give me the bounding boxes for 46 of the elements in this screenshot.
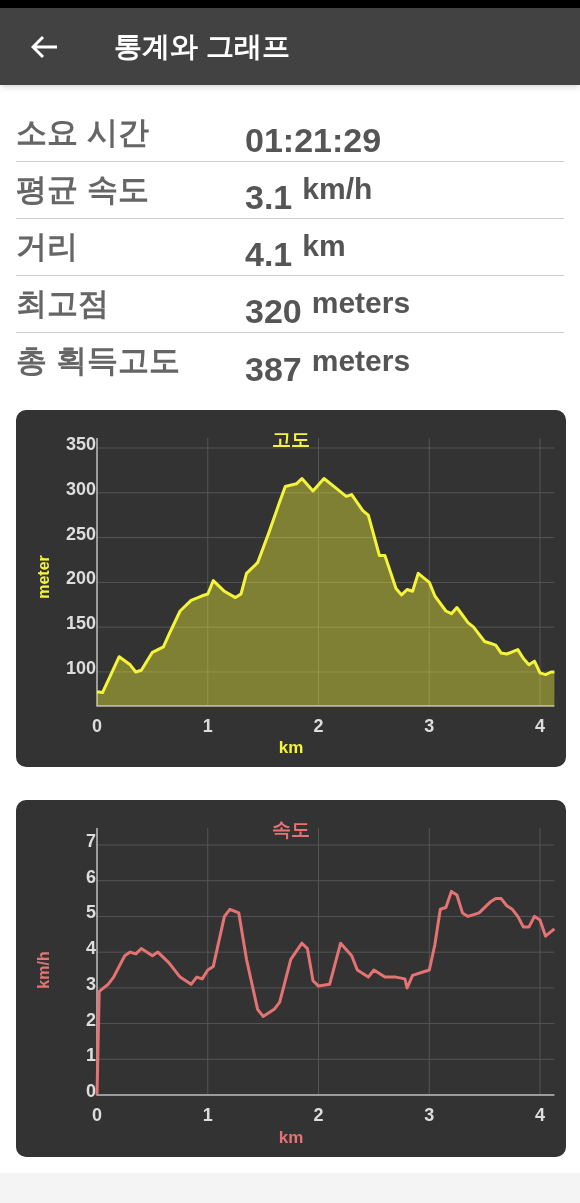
x-tick-label: 2 (313, 716, 324, 736)
stat-value: 320 (245, 294, 302, 328)
x-tick-label: 2 (313, 1105, 324, 1125)
y-tick-label: 350 (65, 434, 96, 454)
y-tick-label: 250 (65, 523, 96, 544)
chart-title: 고도 (272, 429, 310, 450)
x-tick-label: 0 (92, 716, 102, 736)
y-tick-label: 5 (86, 902, 96, 923)
stat-value: 3.1 (245, 180, 293, 214)
y-tick-label: 7 (86, 831, 96, 851)
x-tick-label: 3 (424, 716, 435, 736)
y-tick-label: 1 (86, 1045, 96, 1066)
stat-unit: km/h (302, 174, 373, 204)
x-tick-label: 4 (535, 716, 545, 736)
y-tick-label: 100 (65, 657, 96, 678)
x-tick-label: 3 (424, 1105, 435, 1125)
stat-value: 01:21:29 (245, 123, 382, 157)
stat-label: 총 획득고도 (16, 345, 181, 376)
stat-unit: km (302, 231, 346, 261)
x-tick-label: 1 (202, 716, 213, 736)
y-tick-label: 6 (86, 866, 96, 887)
stat-label: 평균 속도 (16, 173, 150, 205)
x-tick-label: 0 (92, 1105, 102, 1125)
screen-title: 통계와 그래프 (114, 29, 290, 64)
y-tick-label: 4 (86, 938, 96, 959)
y-axis-label: km/h (35, 951, 52, 989)
y-tick-label: 300 (65, 478, 96, 499)
y-tick-label: 150 (65, 613, 96, 634)
y-tick-label: 3 (86, 973, 96, 994)
stat-label: 거리 (16, 230, 79, 262)
stat-unit: meters (311, 346, 411, 376)
x-axis-label: km (278, 738, 304, 757)
stat-label: 소요 시간 (16, 116, 150, 148)
y-axis-label: meter (35, 555, 52, 599)
back-arrow-icon (31, 34, 59, 59)
stat-value: 4.1 (245, 237, 293, 271)
y-tick-label: 0 (86, 1081, 96, 1101)
chart-title: 속도 (272, 819, 310, 840)
y-tick-label: 2 (86, 1009, 96, 1030)
stat-value: 387 (245, 352, 302, 386)
y-tick-label: 200 (65, 568, 96, 589)
x-tick-label: 1 (202, 1105, 213, 1125)
stat-unit: meters (311, 288, 411, 318)
x-axis-label: km (278, 1128, 304, 1147)
stat-label: 최고점 (16, 287, 110, 319)
x-tick-label: 4 (535, 1105, 545, 1125)
